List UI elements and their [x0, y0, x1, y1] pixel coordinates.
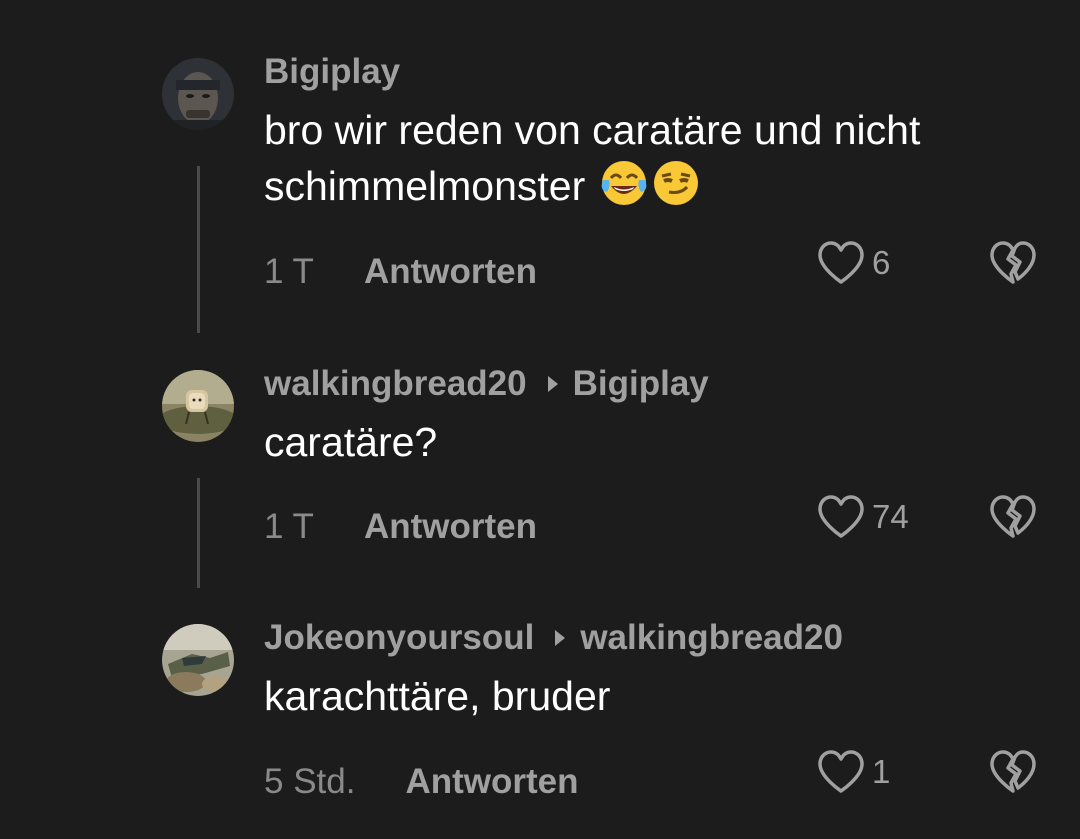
like-button[interactable]: 74: [816, 494, 909, 540]
reply-arrow-icon: [547, 375, 559, 393]
username[interactable]: walkingbread20: [264, 364, 527, 404]
timestamp: 1 T: [264, 507, 314, 546]
reply-button[interactable]: Antworten: [364, 252, 537, 292]
avatar[interactable]: [162, 624, 234, 696]
thread-line: [197, 166, 200, 333]
like-count: 6: [872, 244, 891, 281]
avatar[interactable]: [162, 370, 234, 442]
timestamp: 5 Std.: [264, 762, 356, 801]
tears-of-joy-emoji: [601, 161, 646, 205]
comment-text: karachttäre, bruder: [264, 668, 1044, 724]
comment-header: Jokeonyoursoul walkingbread20: [264, 618, 843, 658]
broken-heart-icon: [990, 750, 1036, 793]
reply-button[interactable]: Antworten: [405, 762, 578, 802]
thread-line: [197, 478, 200, 588]
username[interactable]: Bigiplay: [264, 52, 400, 92]
comment-header: Bigiplay: [264, 52, 400, 92]
avatar[interactable]: [162, 58, 234, 130]
like-count: 74: [872, 498, 909, 535]
like-button[interactable]: 1: [816, 749, 890, 795]
reply-button[interactable]: Antworten: [364, 507, 537, 547]
comment-body: karachttäre, bruder: [264, 673, 611, 719]
dislike-button[interactable]: [988, 749, 1038, 800]
reply-arrow-icon: [554, 629, 566, 647]
heart-icon: [818, 241, 864, 284]
comment-meta: 1 T Antworten: [264, 507, 537, 547]
broken-heart-icon: [990, 241, 1036, 284]
like-count: 1: [872, 753, 891, 790]
dislike-button[interactable]: [988, 240, 1038, 291]
comment-header: walkingbread20 Bigiplay: [264, 364, 709, 404]
broken-heart-icon: [990, 495, 1036, 538]
reply-to-username[interactable]: walkingbread20: [580, 618, 843, 658]
heart-icon: [818, 750, 864, 793]
like-button[interactable]: 6: [816, 240, 890, 286]
smirking-face-emoji: [653, 161, 698, 205]
username[interactable]: Jokeonyoursoul: [264, 618, 534, 658]
heart-icon: [818, 495, 864, 538]
comment-meta: 1 T Antworten: [264, 252, 537, 292]
dislike-button[interactable]: [988, 494, 1038, 545]
comment-meta: 5 Std. Antworten: [264, 762, 579, 802]
comment-text: caratäre?: [264, 414, 1044, 470]
comment-text: bro wir reden von caratäre und nicht sch…: [264, 102, 1044, 214]
comment-body: bro wir reden von caratäre und nicht sch…: [264, 107, 921, 209]
timestamp: 1 T: [264, 252, 314, 291]
comment-body: caratäre?: [264, 419, 438, 465]
reply-to-username[interactable]: Bigiplay: [573, 364, 709, 404]
